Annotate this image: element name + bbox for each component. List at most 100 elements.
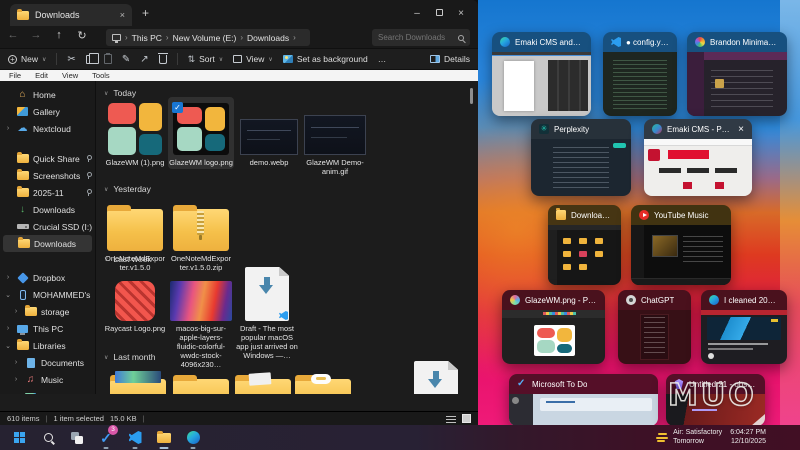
taskbar-search-button[interactable] bbox=[37, 427, 59, 449]
folder-with-game[interactable] bbox=[292, 365, 354, 394]
file-glazewm-logo-png-selected[interactable]: ✓ GlazeWM logo.png bbox=[168, 97, 234, 169]
folder-with-images[interactable] bbox=[107, 365, 169, 394]
desktop: Downloads × + – × ← → ↑ ↻ › This PC › bbox=[0, 0, 800, 450]
rename-button[interactable]: ✎ bbox=[122, 54, 130, 65]
new-button[interactable]: + New ∨ bbox=[8, 54, 46, 64]
file-draft-document[interactable]: Draft - The most popular macOS app just … bbox=[236, 265, 298, 360]
view-button[interactable]: View ∨ bbox=[233, 54, 273, 64]
running-indicator bbox=[133, 447, 138, 449]
copy-button[interactable] bbox=[86, 55, 94, 64]
paste-button[interactable] bbox=[104, 54, 112, 64]
sidebar-item-libraries[interactable]: ⌄ Libraries bbox=[0, 337, 95, 354]
sidebar-item-storage[interactable]: › storage bbox=[0, 303, 95, 320]
folder-item[interactable] bbox=[170, 365, 232, 394]
menu-tools[interactable]: Tools bbox=[92, 71, 110, 80]
file-glazewm-1-png[interactable]: GlazeWM (1).png bbox=[104, 99, 166, 167]
refresh-button[interactable]: ↻ bbox=[75, 29, 89, 42]
maximize-button[interactable] bbox=[428, 8, 450, 19]
running-indicator bbox=[191, 447, 196, 449]
folder-with-documents[interactable] bbox=[232, 365, 294, 394]
taskview-window-paint[interactable]: GlazeWM.png - Paint bbox=[502, 290, 605, 364]
share-button[interactable]: ↗ bbox=[140, 54, 148, 65]
drive-icon bbox=[16, 221, 29, 232]
taskview-window-emaki-cms[interactable]: Emaki CMS - Perso… × bbox=[644, 119, 752, 196]
taskview-window-file-explorer[interactable]: Downloads - Fi… bbox=[548, 205, 621, 285]
sort-button[interactable]: ⇅ Sort ∨ bbox=[188, 54, 224, 65]
sidebar-item-phone[interactable]: ⌄ MOHAMMED's Z Fli bbox=[0, 286, 95, 303]
taskbar-vscode-button[interactable] bbox=[124, 427, 146, 449]
sidebar-item-screenshots[interactable]: Screenshots bbox=[0, 167, 95, 184]
sidebar-item-dropbox[interactable]: › Dropbox bbox=[0, 269, 95, 286]
file-onenotemdexporter-zip[interactable]: OneNoteMdExporter.v1.5.0.zip bbox=[170, 195, 232, 272]
taskview-window-edge-group[interactable]: Emaki CMS and 7 more… bbox=[492, 32, 591, 116]
file-glazewm-demo-anim-gif[interactable]: GlazeWM Demo-anim.gif bbox=[304, 99, 366, 176]
file-raycast-logo-png[interactable]: Raycast Logo.png bbox=[104, 265, 166, 333]
task-view-button[interactable] bbox=[66, 427, 88, 449]
taskview-window-youtube-music[interactable]: YouTube Music bbox=[631, 205, 731, 285]
menu-view[interactable]: View bbox=[62, 71, 78, 80]
sidebar-item-music[interactable]: ›♫ Music bbox=[0, 371, 95, 388]
breadcrumb-downloads[interactable]: Downloads bbox=[247, 33, 289, 43]
set-as-background-button[interactable]: Set as background bbox=[283, 54, 368, 64]
sidebar-item-gallery[interactable]: Gallery bbox=[0, 103, 95, 120]
cut-button[interactable]: ✂ bbox=[67, 54, 75, 65]
file-document-download[interactable] bbox=[414, 359, 458, 394]
back-button[interactable]: ← bbox=[6, 29, 20, 42]
menu-file[interactable]: File bbox=[9, 71, 21, 80]
explorer-body: ⌂ Home Gallery ›☁ Nextcloud Quick Share bbox=[0, 81, 478, 394]
sidebar-item-downloads-pinned[interactable]: ↓ Downloads bbox=[0, 201, 95, 218]
breadcrumb[interactable]: › This PC › New Volume (E:) › Downloads … bbox=[106, 29, 310, 46]
sidebar-item-this-pc[interactable]: › This PC bbox=[0, 320, 95, 337]
close-window-icon[interactable]: × bbox=[738, 124, 744, 135]
start-button[interactable] bbox=[8, 427, 30, 449]
weather-forecast: Tomorrow bbox=[673, 438, 722, 447]
breadcrumb-this-pc[interactable]: This PC bbox=[132, 33, 162, 43]
up-button[interactable]: ↑ bbox=[52, 29, 66, 42]
taskview-window-vscode[interactable]: ● config.yaml - … bbox=[603, 32, 677, 116]
close-button[interactable]: × bbox=[450, 8, 472, 19]
sidebar-item-documents[interactable]: › Documents bbox=[0, 354, 95, 371]
delete-button[interactable] bbox=[159, 55, 167, 64]
selected-checkbox[interactable]: ✓ bbox=[172, 102, 183, 113]
group-header-last-month[interactable]: ∨ Last month bbox=[104, 352, 155, 362]
forward-button[interactable]: → bbox=[29, 29, 43, 42]
explorer-titlebar[interactable]: Downloads × + – × bbox=[0, 0, 478, 26]
scrollbar[interactable] bbox=[470, 88, 473, 104]
more-options-button[interactable]: … bbox=[378, 54, 387, 64]
taskbar-file-explorer-button[interactable] bbox=[153, 427, 175, 449]
sidebar-item-nextcloud[interactable]: ›☁ Nextcloud bbox=[0, 120, 95, 137]
sidebar-item-2025-11[interactable]: 2025-11 bbox=[0, 184, 95, 201]
sidebar-item-pictures[interactable]: › Pictures bbox=[0, 388, 95, 394]
breadcrumb-separator: › bbox=[293, 33, 296, 42]
file-demo-webp[interactable]: demo.webp bbox=[238, 99, 300, 167]
sidebar-item-downloads-selected[interactable]: Downloads bbox=[3, 235, 92, 252]
new-tab-button[interactable]: + bbox=[142, 6, 149, 20]
large-icons-view-toggle[interactable] bbox=[462, 414, 471, 423]
taskview-window-to-do[interactable]: ✓ Microsoft To Do bbox=[509, 374, 658, 425]
sidebar-item-quick-share[interactable]: Quick Share bbox=[0, 150, 95, 167]
file-macos-wallpaper[interactable]: macos-big-sur-apple-layers-fluidic-color… bbox=[170, 265, 232, 369]
taskview-window-article[interactable]: I cleaned 200G… bbox=[701, 290, 787, 364]
taskview-window-perplexity[interactable]: Perplexity bbox=[531, 119, 631, 196]
taskview-window-chatgpt[interactable]: ChatGPT bbox=[618, 290, 691, 364]
search-box[interactable] bbox=[372, 29, 470, 46]
sidebar-item-crucial-ssd[interactable]: Crucial SSD (I:) bbox=[0, 218, 95, 235]
taskbar-edge-button[interactable] bbox=[182, 427, 204, 449]
menu-edit[interactable]: Edit bbox=[35, 71, 48, 80]
weather-widget[interactable]: Air: Satisfactory Tomorrow bbox=[656, 429, 722, 446]
minimize-button[interactable]: – bbox=[406, 8, 428, 19]
group-header-last-week[interactable]: ∨ Last week bbox=[104, 254, 152, 264]
details-button[interactable]: Details bbox=[430, 54, 470, 64]
explorer-tab-downloads[interactable]: Downloads × bbox=[10, 4, 132, 26]
search-input[interactable] bbox=[378, 33, 454, 42]
file-usb-drive[interactable] bbox=[350, 365, 396, 394]
sidebar-item-home[interactable]: ⌂ Home bbox=[0, 86, 95, 103]
taskbar-to-do-button[interactable]: ✓ 3 bbox=[95, 427, 117, 449]
breadcrumb-new-volume[interactable]: New Volume (E:) bbox=[173, 33, 237, 43]
details-view-toggle[interactable] bbox=[446, 415, 456, 423]
taskview-window-chat[interactable]: Brandon Miniman (DM)… bbox=[687, 32, 787, 116]
group-header-today[interactable]: ∨ Today bbox=[104, 88, 136, 98]
clock[interactable]: 6:04:27 PM 12/10/2025 bbox=[730, 429, 766, 446]
group-header-yesterday[interactable]: ∨ Yesterday bbox=[104, 184, 151, 194]
tab-close-icon[interactable]: × bbox=[120, 10, 125, 20]
